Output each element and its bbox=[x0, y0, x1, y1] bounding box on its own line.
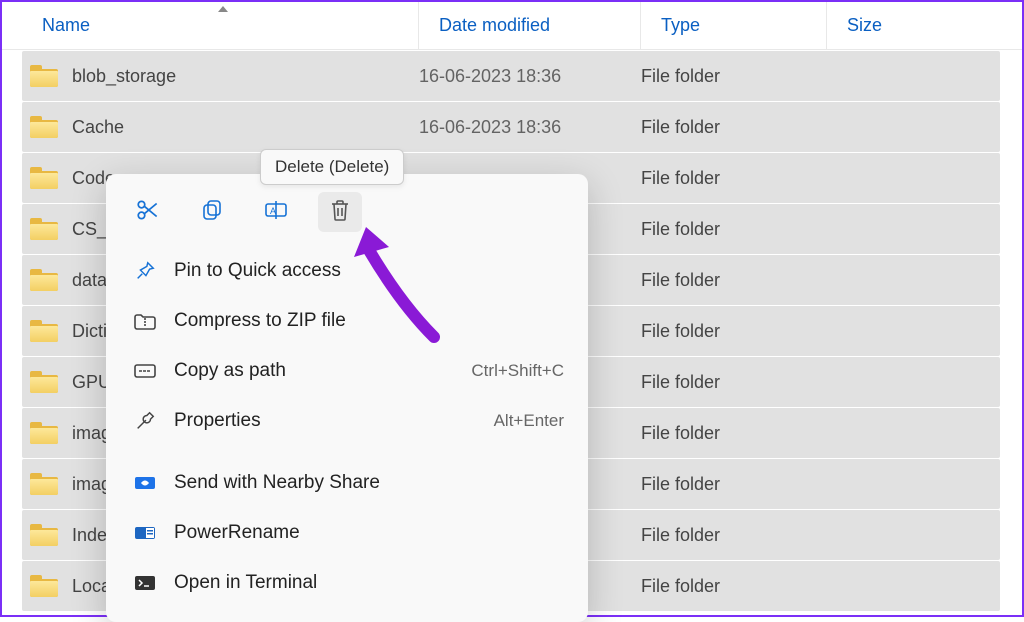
menu-label: Copy as path bbox=[174, 360, 471, 382]
folder-icon bbox=[30, 371, 58, 393]
wrench-icon bbox=[130, 409, 160, 433]
column-label: Name bbox=[42, 15, 90, 36]
cell-type: File folder bbox=[641, 321, 827, 342]
cell-type: File folder bbox=[641, 372, 827, 393]
file-name: Cache bbox=[72, 117, 124, 138]
cut-button[interactable] bbox=[126, 192, 170, 232]
folder-icon bbox=[30, 473, 58, 495]
menu-label: Open in Terminal bbox=[174, 572, 564, 594]
folder-icon bbox=[30, 116, 58, 138]
nearby-share-icon bbox=[130, 471, 160, 495]
column-label: Size bbox=[847, 15, 882, 36]
column-header-date[interactable]: Date modified bbox=[419, 2, 641, 49]
file-name: Dicti bbox=[72, 321, 107, 342]
menu-open-terminal[interactable]: Open in Terminal bbox=[106, 558, 588, 608]
file-name: data bbox=[72, 270, 107, 291]
folder-icon bbox=[30, 218, 58, 240]
menu-nearby-share[interactable]: Send with Nearby Share bbox=[106, 458, 588, 508]
folder-icon bbox=[30, 422, 58, 444]
zip-icon bbox=[130, 309, 160, 333]
menu-powerrename[interactable]: PowerRename bbox=[106, 508, 588, 558]
menu-properties[interactable]: Properties Alt+Enter bbox=[106, 396, 588, 446]
pin-icon bbox=[130, 259, 160, 283]
menu-shortcut: Ctrl+Shift+C bbox=[471, 361, 564, 381]
terminal-icon bbox=[130, 571, 160, 595]
column-header-row: Name Date modified Type Size bbox=[2, 2, 1022, 50]
column-header-name[interactable]: Name bbox=[2, 2, 419, 49]
cell-type: File folder bbox=[641, 270, 827, 291]
path-icon bbox=[130, 359, 160, 383]
menu-label: Send with Nearby Share bbox=[174, 472, 564, 494]
menu-label: PowerRename bbox=[174, 522, 564, 544]
menu-pin-to-quick-access[interactable]: Pin to Quick access bbox=[106, 246, 588, 296]
tooltip-delete: Delete (Delete) bbox=[260, 149, 404, 185]
file-row[interactable]: blob_storage 16-06-2023 18:36File folder bbox=[22, 51, 1000, 101]
folder-icon bbox=[30, 524, 58, 546]
cell-type: File folder bbox=[641, 219, 827, 240]
cell-type: File folder bbox=[641, 576, 827, 597]
file-row[interactable]: Cache 16-06-2023 18:36File folder bbox=[22, 102, 1000, 152]
menu-shortcut: Alt+Enter bbox=[494, 411, 564, 431]
cell-date: 16-06-2023 18:36 bbox=[419, 117, 641, 138]
cell-type: File folder bbox=[641, 117, 827, 138]
menu-label: Properties bbox=[174, 410, 494, 432]
cell-name: blob_storage bbox=[22, 65, 419, 87]
rename-button[interactable]: A bbox=[254, 192, 298, 232]
copy-button[interactable] bbox=[190, 192, 234, 232]
file-name: blob_storage bbox=[72, 66, 176, 87]
context-menu: A Pin to Quick acces bbox=[106, 174, 588, 622]
column-label: Date modified bbox=[439, 15, 550, 36]
svg-text:A: A bbox=[270, 206, 276, 216]
rename-icon: A bbox=[263, 198, 289, 227]
folder-icon bbox=[30, 65, 58, 87]
cell-type: File folder bbox=[641, 66, 827, 87]
powerrename-icon bbox=[130, 521, 160, 545]
folder-icon bbox=[30, 575, 58, 597]
menu-label: Pin to Quick access bbox=[174, 260, 564, 282]
folder-icon bbox=[30, 269, 58, 291]
delete-button[interactable] bbox=[318, 192, 362, 232]
cell-name: Cache bbox=[22, 116, 419, 138]
column-header-type[interactable]: Type bbox=[641, 2, 827, 49]
trash-icon bbox=[329, 198, 351, 227]
menu-copy-as-path[interactable]: Copy as path Ctrl+Shift+C bbox=[106, 346, 588, 396]
context-menu-iconbar: A bbox=[106, 182, 588, 246]
cell-type: File folder bbox=[641, 423, 827, 444]
tooltip-text: Delete (Delete) bbox=[275, 157, 389, 176]
copy-icon bbox=[200, 198, 224, 227]
column-label: Type bbox=[661, 15, 700, 36]
cell-date: 16-06-2023 18:36 bbox=[419, 66, 641, 87]
menu-compress-zip[interactable]: Compress to ZIP file bbox=[106, 296, 588, 346]
file-name: Inde bbox=[72, 525, 107, 546]
cell-type: File folder bbox=[641, 474, 827, 495]
column-header-size[interactable]: Size bbox=[827, 2, 1022, 49]
folder-icon bbox=[30, 320, 58, 342]
cell-type: File folder bbox=[641, 168, 827, 189]
menu-separator bbox=[106, 446, 588, 458]
scissors-icon bbox=[135, 197, 161, 228]
folder-icon bbox=[30, 167, 58, 189]
cell-type: File folder bbox=[641, 525, 827, 546]
sort-ascending-icon bbox=[216, 0, 230, 19]
menu-label: Compress to ZIP file bbox=[174, 310, 564, 332]
